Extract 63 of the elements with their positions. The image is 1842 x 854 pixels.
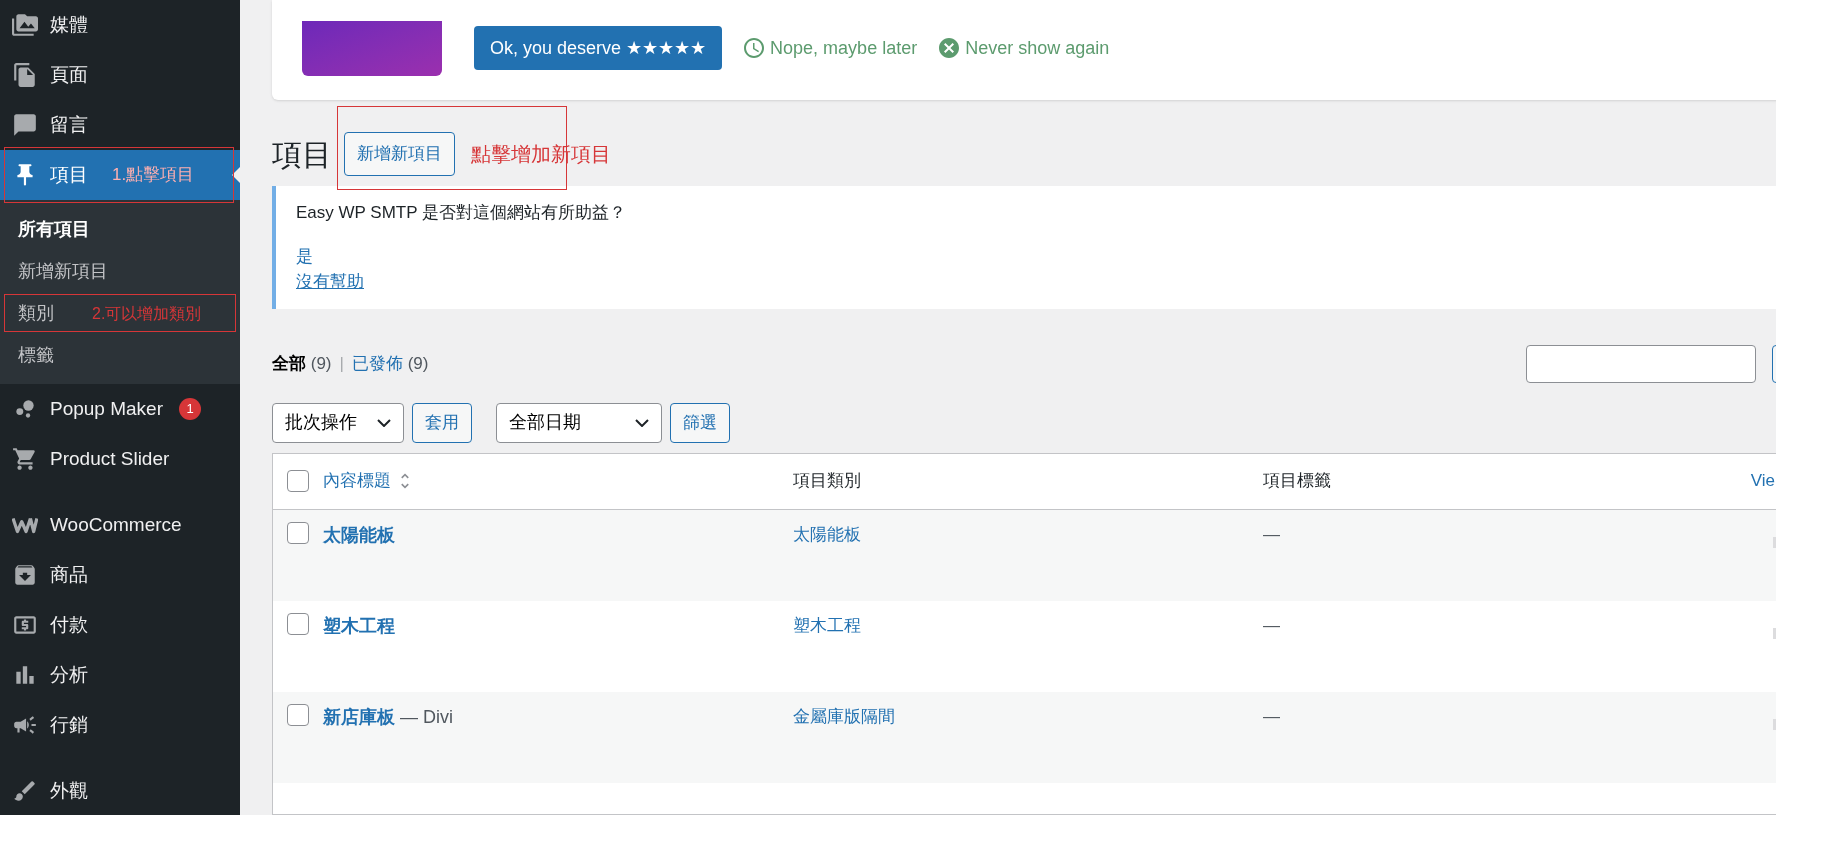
menu-item[interactable]: 媒體	[0, 0, 240, 50]
category-link[interactable]: 金屬庫版隔間	[793, 703, 1263, 729]
media-icon	[12, 12, 38, 38]
filter-button[interactable]: 篩選	[670, 402, 730, 443]
status-filter-link[interactable]: 全部 (9)	[272, 350, 332, 377]
date-filter-select[interactable]: 全部日期	[496, 402, 662, 443]
archive-icon	[12, 562, 38, 588]
current-arrow-icon	[232, 167, 240, 183]
post-title-link[interactable]: 新店庫板	[323, 706, 395, 727]
status-filter-link[interactable]: 已發佈 (9)	[351, 350, 429, 377]
menu-item[interactable]: 外觀	[0, 766, 240, 815]
annotation-text: 2.可以增加類別	[92, 304, 202, 324]
menu-item[interactable]: 商品	[0, 550, 240, 600]
submenu-item[interactable]: 新增新項目	[0, 250, 112, 292]
select-all-checkbox[interactable]	[287, 470, 309, 492]
pages-icon	[12, 62, 38, 88]
category-link[interactable]: 塑木工程	[793, 612, 1263, 638]
notice-text: Easy WP SMTP 是否對這個網站有所助益？	[296, 202, 627, 224]
post-title-link[interactable]: 太陽能板	[323, 524, 395, 545]
apply-button[interactable]: 套用	[412, 402, 472, 443]
menu-item[interactable]: 頁面	[0, 50, 240, 100]
post-title-link[interactable]: 塑木工程	[323, 615, 395, 636]
clock-icon	[742, 36, 767, 60]
post-state-text: — Divi	[399, 706, 453, 727]
menu-item[interactable]: 留言	[0, 100, 240, 150]
column-header: 項目標籤	[1263, 470, 1332, 493]
annotation-text: 1.點擊項目	[112, 164, 195, 187]
category-link[interactable]: 太陽能板	[793, 521, 1263, 547]
row-checkbox[interactable]	[287, 612, 309, 635]
search-field[interactable]	[1526, 344, 1756, 383]
submenu-item[interactable]: 所有項目	[0, 208, 94, 250]
view-separator: |	[339, 352, 344, 375]
column-header[interactable]: 內容標題	[323, 468, 793, 494]
bulk-actions-select[interactable]: 批次操作	[272, 402, 404, 443]
column-header[interactable]: Vie	[1750, 468, 1776, 494]
table-cell-text: —	[1263, 705, 1281, 728]
menu-item[interactable]: 分析	[0, 650, 240, 700]
menu-item[interactable]: 付款	[0, 600, 240, 650]
add-new-button[interactable]: 新增新項目	[344, 132, 455, 176]
submenu-item[interactable]: 標籤	[0, 334, 58, 376]
brush-icon	[12, 778, 38, 804]
close-icon	[937, 36, 962, 60]
woo-logo-icon	[12, 516, 38, 534]
row-checkbox[interactable]	[287, 703, 309, 726]
notice-link[interactable]: 沒有幫助	[296, 269, 364, 295]
table-cell-text: —	[1263, 614, 1281, 637]
rate-button[interactable]: Ok, you deserve ★★★★★	[474, 26, 723, 70]
menu-item[interactable]: 行銷	[0, 700, 240, 750]
row-checkbox[interactable]	[287, 521, 309, 544]
notification-badge: 1	[179, 398, 201, 420]
comment-icon	[12, 112, 38, 138]
page-title: 項目	[272, 136, 332, 173]
menu-item[interactable]: Product Slider	[0, 434, 240, 484]
menu-item[interactable]: WooCommerce	[0, 500, 240, 550]
chevron-down-icon	[377, 418, 391, 427]
submenu-item[interactable]: 類別	[0, 292, 58, 334]
column-header: 項目類別	[793, 470, 862, 493]
cart-icon	[12, 446, 38, 472]
table-cell-text: —	[1263, 523, 1281, 546]
chevron-down-icon	[635, 418, 649, 427]
menu-item[interactable]: 項目 1.點擊項目	[0, 150, 240, 200]
notice-link[interactable]: 是	[296, 243, 313, 269]
menu-item[interactable]: Popup Maker 1	[0, 384, 240, 434]
